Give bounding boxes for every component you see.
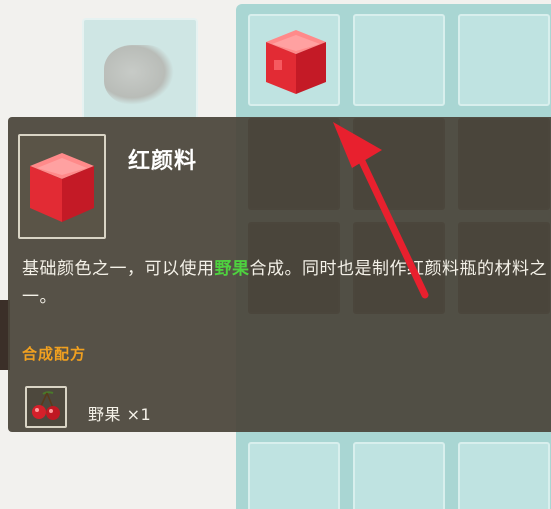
game-scene: 红颜料 基础颜色之一，可以使用野果合成。同时也是制作红颜料瓶的材料之一。 合成配… <box>0 0 551 509</box>
item-name: 红颜料 <box>128 149 198 174</box>
red-pigment-cube-icon <box>30 153 94 222</box>
tooltip-item-icon-frame <box>18 134 106 239</box>
description-text: 基础颜色之一，可以使用 <box>22 259 215 279</box>
crafting-input-slot[interactable] <box>82 18 198 122</box>
inventory-slot[interactable] <box>248 442 340 509</box>
wild-berry-icon <box>32 391 60 420</box>
inventory-slot[interactable] <box>353 442 445 509</box>
ingredient-label: 野果 ×1 <box>88 401 151 425</box>
ingredient-quantity: ×1 <box>126 405 152 424</box>
recipe-header: 合成配方 <box>22 345 87 363</box>
ingredient-icon-frame <box>25 386 67 428</box>
ingredient-name: 野果 <box>88 405 122 424</box>
inventory-slot-red-pigment[interactable] <box>248 14 340 106</box>
inventory-slot[interactable] <box>458 14 550 106</box>
inventory-slot[interactable] <box>353 14 445 106</box>
inventory-slot[interactable] <box>458 442 550 509</box>
description-highlight-ingredient: 野果 <box>214 259 250 279</box>
red-pigment-cube-icon <box>266 30 326 94</box>
dimmed-item-icon <box>104 45 174 105</box>
item-tooltip: 红颜料 基础颜色之一，可以使用野果合成。同时也是制作红颜料瓶的材料之一。 合成配… <box>8 117 551 432</box>
item-description: 基础颜色之一，可以使用野果合成。同时也是制作红颜料瓶的材料之一。 <box>22 255 551 311</box>
